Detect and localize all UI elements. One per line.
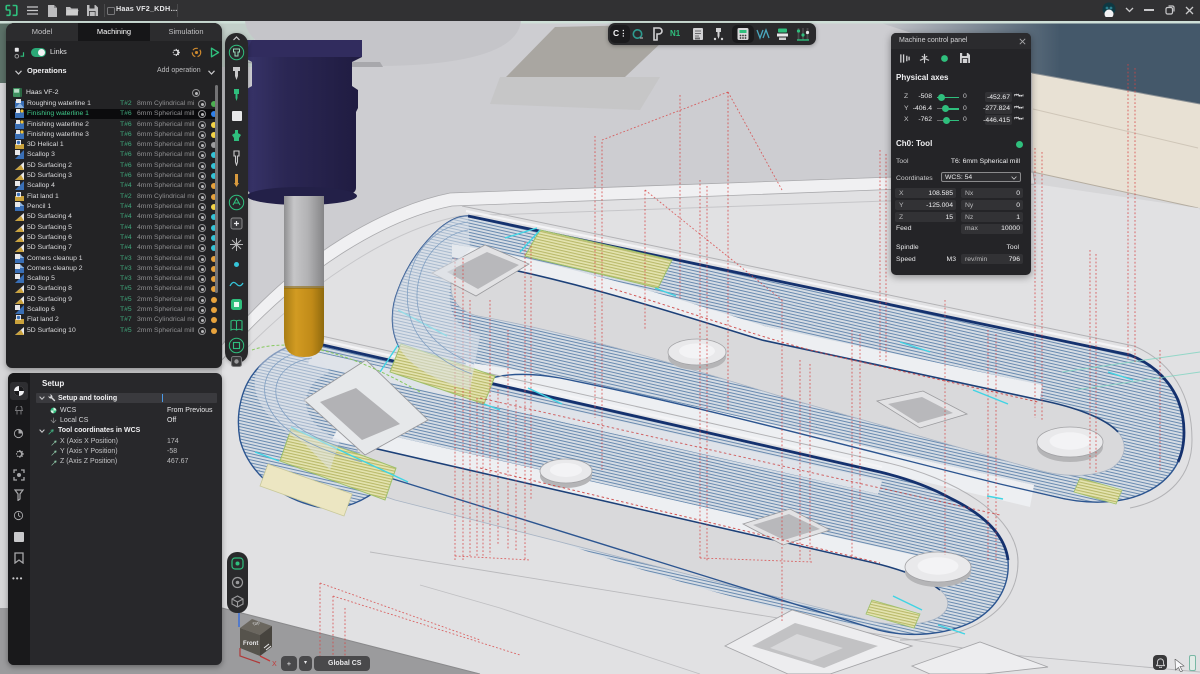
svg-text:X: X [272,661,277,668]
svg-text:Front: Front [243,641,258,647]
